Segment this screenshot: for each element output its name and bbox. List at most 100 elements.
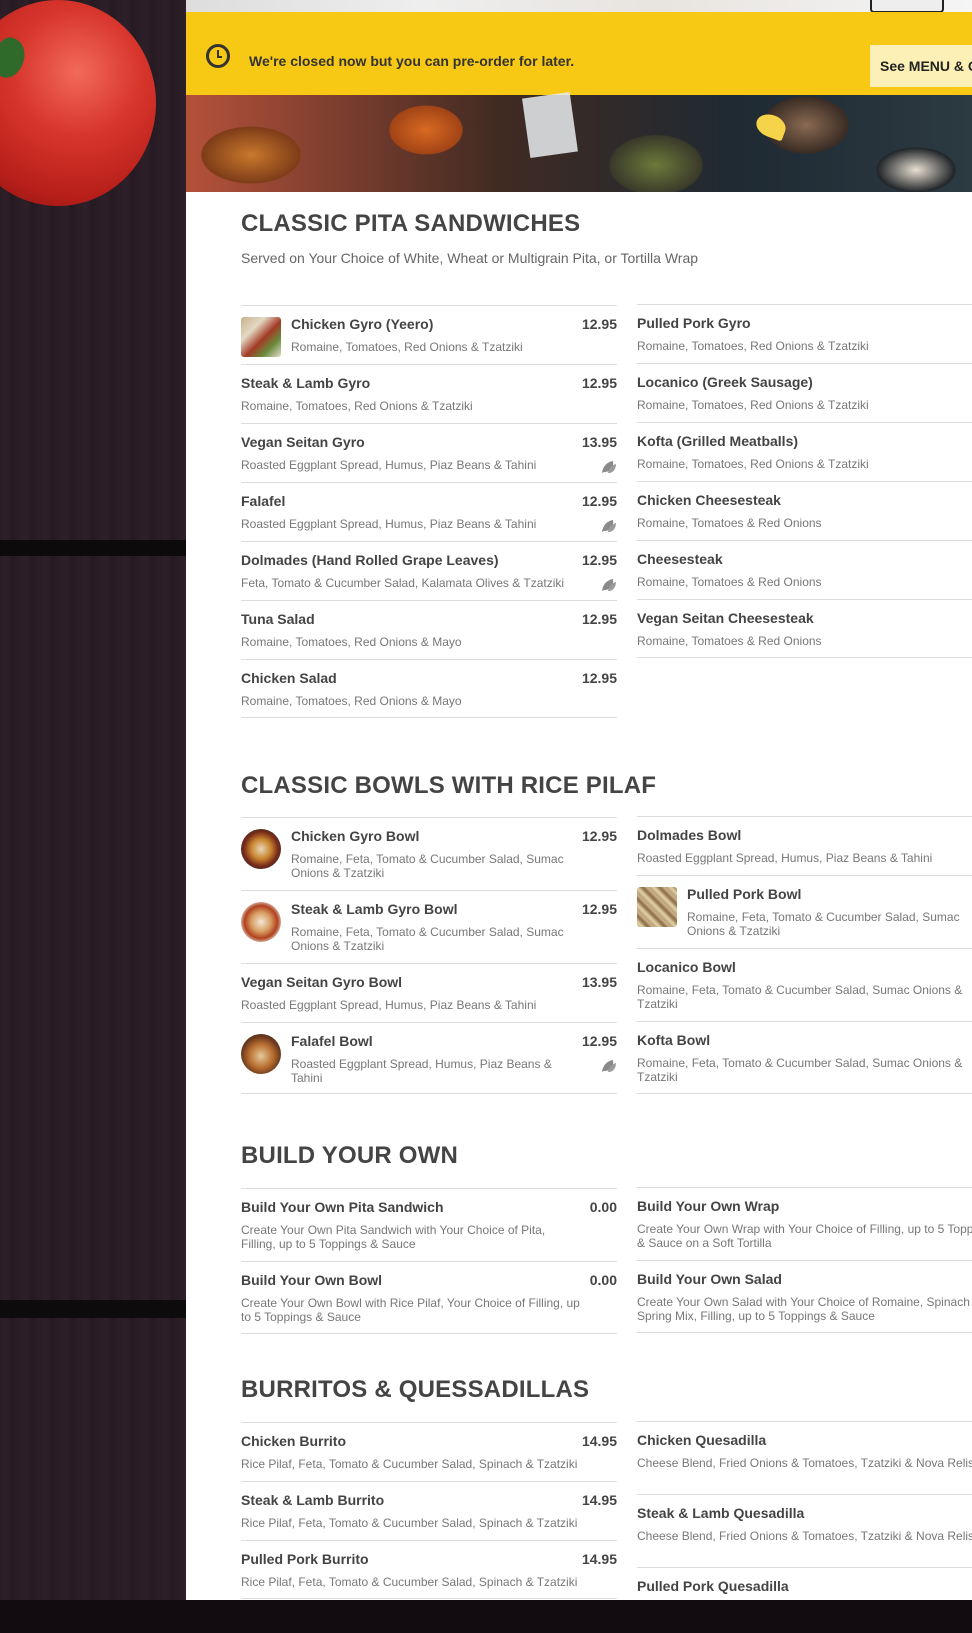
item-description: Romaine, Feta, Tomato & Cucumber Salad, … xyxy=(291,852,564,880)
item-name: Chicken Gyro (Yeero) xyxy=(291,316,434,332)
vegan-leaf-icon xyxy=(602,579,616,591)
menu-item[interactable]: Kofta Bowl Romaine, Feta, Tomato & Cucumb… xyxy=(637,1021,972,1094)
tomato-image xyxy=(0,0,156,206)
menu-item[interactable]: Locanico (Greek Sausage) Romaine, Tomatoe… xyxy=(637,363,972,422)
section-title-bowls: CLASSIC BOWLS WITH RICE PILAF xyxy=(241,772,657,799)
item-description: Roasted Eggplant Spread, Humus, Piaz Bea… xyxy=(241,998,537,1012)
item-name: Pulled Pork Quesadilla xyxy=(637,1578,789,1594)
item-description: Romaine, Tomatoes, Red Onions & Mayo xyxy=(241,635,462,649)
menu-item[interactable]: Chicken Cheesesteak Romaine, Tomatoes & R… xyxy=(637,481,972,540)
menu-item[interactable]: Chicken Quesadilla Cheese Blend, Fried On… xyxy=(637,1421,972,1494)
item-description: Romaine, Feta, Tomato & Cucumber Salad, … xyxy=(637,1056,963,1084)
item-price: 12.95 xyxy=(581,493,617,509)
item-description: Romaine, Tomatoes, Red Onions & Tzatziki xyxy=(241,399,473,413)
item-description: Create Your Own Pita Sandwich with Your … xyxy=(241,1223,546,1251)
menu-item[interactable]: Vegan Seitan Cheesesteak Romaine, Tomatoe… xyxy=(637,599,972,658)
item-price: 14.95 xyxy=(581,1492,617,1508)
section-title-pita: CLASSIC PITA SANDWICHES xyxy=(241,210,581,237)
item-name: Kofta Bowl xyxy=(637,1032,711,1048)
menu-item[interactable]: Pulled Pork Bowl Romaine, Feta, Tomato & … xyxy=(637,875,972,948)
item-description: Rice Pilaf, Feta, Tomato & Cucumber Sala… xyxy=(241,1575,578,1589)
menu-item[interactable]: Steak & Lamb Burrito Rice Pilaf, Feta, To… xyxy=(241,1481,617,1540)
menu-item[interactable]: Build Your Own Salad Create Your Own Sala… xyxy=(637,1260,972,1333)
bowls-left-column: Chicken Gyro Bowl Romaine, Feta, Tomato &… xyxy=(241,817,617,1094)
menu-item[interactable]: Pulled Pork Gyro Romaine, Tomatoes, Red O… xyxy=(637,304,972,363)
menu-item[interactable]: Tuna Salad Romaine, Tomatoes, Red Onions … xyxy=(241,600,617,659)
item-thumbnail[interactable] xyxy=(241,829,281,869)
menu-item[interactable]: Dolmades Bowl Roasted Eggplant Spread, Hu… xyxy=(637,816,972,875)
item-description: Romaine, Feta, Tomato & Cucumber Salad, … xyxy=(291,925,564,953)
item-name: Pulled Pork Burrito xyxy=(241,1551,369,1567)
item-thumbnail[interactable] xyxy=(241,902,281,942)
menu-item[interactable]: Falafel Bowl Roasted Eggplant Spread, Hum… xyxy=(241,1022,617,1094)
menu-item[interactable]: Build Your Own Wrap Create Your Own Wrap … xyxy=(637,1187,972,1260)
item-name: Build Your Own Salad xyxy=(637,1271,782,1287)
item-price: 12.95 xyxy=(581,1033,617,1049)
banner-card-decor xyxy=(522,91,578,159)
clock-icon xyxy=(206,44,230,68)
item-description: Roasted Eggplant Spread, Humus, Piaz Bea… xyxy=(241,458,537,472)
menu-item[interactable]: Pulled Pork Burrito Rice Pilaf, Feta, Tom… xyxy=(241,1540,617,1599)
item-name: Locanico (Greek Sausage) xyxy=(637,374,813,390)
vegan-leaf-icon xyxy=(602,1060,616,1072)
menu-item[interactable]: Falafel Roasted Eggplant Spread, Humus, P… xyxy=(241,482,617,541)
menu-item[interactable]: Chicken Salad Romaine, Tomatoes, Red Onio… xyxy=(241,659,617,718)
item-name: Dolmades Bowl xyxy=(637,827,742,843)
menu-item[interactable]: Vegan Seitan Gyro Bowl Roasted Eggplant S… xyxy=(241,963,617,1022)
item-name: Dolmades (Hand Rolled Grape Leaves) xyxy=(241,552,499,568)
item-name: Falafel xyxy=(241,493,286,509)
menu-item[interactable]: Dolmades (Hand Rolled Grape Leaves) Feta,… xyxy=(241,541,617,600)
item-price: 12.95 xyxy=(581,828,617,844)
item-price: 12.95 xyxy=(581,375,617,391)
menu-item[interactable]: Build Your Own Pita Sandwich Create Your … xyxy=(241,1188,617,1261)
menu-item[interactable]: Steak & Lamb Gyro Bowl Romaine, Feta, Tom… xyxy=(241,890,617,963)
item-name: Cheesesteak xyxy=(637,551,723,567)
item-description: Rice Pilaf, Feta, Tomato & Cucumber Sala… xyxy=(241,1457,578,1471)
item-description: Feta, Tomato & Cucumber Salad, Kalamata … xyxy=(241,576,565,590)
menu-item[interactable]: Locanico Bowl Romaine, Feta, Tomato & Cuc… xyxy=(637,948,972,1021)
menu-item[interactable]: Pulled Pork Quesadilla xyxy=(637,1567,972,1600)
menu-item[interactable]: Steak & Lamb Gyro Romaine, Tomatoes, Red … xyxy=(241,364,617,423)
section-title-build: BUILD YOUR OWN xyxy=(241,1142,459,1169)
menu-item[interactable]: Chicken Gyro (Yeero) Romaine, Tomatoes, R… xyxy=(241,305,617,364)
item-description: Roasted Eggplant Spread, Humus, Piaz Bea… xyxy=(637,851,933,865)
menu-item[interactable]: Chicken Gyro Bowl Romaine, Feta, Tomato &… xyxy=(241,817,617,890)
menu-item[interactable]: Vegan Seitan Gyro Roasted Eggplant Spread… xyxy=(241,423,617,482)
bowls-right-column: Dolmades Bowl Roasted Eggplant Spread, Hu… xyxy=(637,816,972,1094)
item-price: 14.95 xyxy=(581,1551,617,1567)
item-price: 0.00 xyxy=(589,1199,617,1215)
bottom-bar xyxy=(0,1600,972,1633)
item-description: Rice Pilaf, Feta, Tomato & Cucumber Sala… xyxy=(241,1516,578,1530)
item-name: Chicken Burrito xyxy=(241,1433,347,1449)
item-description: Romaine, Tomatoes, Red Onions & Tzatziki xyxy=(291,340,523,354)
menu-item[interactable]: Chicken Burrito Rice Pilaf, Feta, Tomato … xyxy=(241,1422,617,1481)
item-description: Romaine, Tomatoes, Red Onions & Tzatziki xyxy=(637,398,869,412)
item-thumbnail[interactable] xyxy=(241,317,281,357)
pita-left-column: Chicken Gyro (Yeero) Romaine, Tomatoes, R… xyxy=(241,305,617,718)
item-price: 12.95 xyxy=(581,552,617,568)
item-name: Chicken Salad xyxy=(241,670,337,686)
item-thumbnail[interactable] xyxy=(637,887,677,927)
item-price: 12.95 xyxy=(581,611,617,627)
item-name: Pulled Pork Gyro xyxy=(637,315,751,331)
item-description: Create Your Own Salad with Your Choice o… xyxy=(637,1295,972,1323)
item-thumbnail[interactable] xyxy=(241,1034,281,1074)
item-description: Romaine, Feta, Tomato & Cucumber Salad, … xyxy=(637,983,963,1011)
item-name: Build Your Own Pita Sandwich xyxy=(241,1199,444,1215)
item-name: Build Your Own Bowl xyxy=(241,1272,383,1288)
pita-right-column: Pulled Pork Gyro Romaine, Tomatoes, Red O… xyxy=(637,304,972,658)
menu-item[interactable]: Steak & Lamb Quesadilla Cheese Blend, Fri… xyxy=(637,1494,972,1567)
menu-item[interactable]: Kofta (Grilled Meatballs) Romaine, Tomato… xyxy=(637,422,972,481)
see-menu-order-button[interactable]: See MENU & Order xyxy=(870,45,972,87)
section-subtitle-pita: Served on Your Choice of White, Wheat or… xyxy=(241,250,699,266)
banner-lemon-decor xyxy=(753,110,789,142)
item-name: Steak & Lamb Gyro xyxy=(241,375,371,391)
top-image-strip xyxy=(186,0,972,12)
item-name: Tuna Salad xyxy=(241,611,315,627)
item-name: Vegan Seitan Gyro Bowl xyxy=(241,974,403,990)
item-price: 0.00 xyxy=(589,1272,617,1288)
item-name: Build Your Own Wrap xyxy=(637,1198,780,1214)
menu-item[interactable]: Build Your Own Bowl Create Your Own Bowl … xyxy=(241,1261,617,1334)
menu-item[interactable]: Cheesesteak Romaine, Tomatoes & Red Onion… xyxy=(637,540,972,599)
item-description: Romaine, Tomatoes, Red Onions & Mayo xyxy=(241,694,462,708)
